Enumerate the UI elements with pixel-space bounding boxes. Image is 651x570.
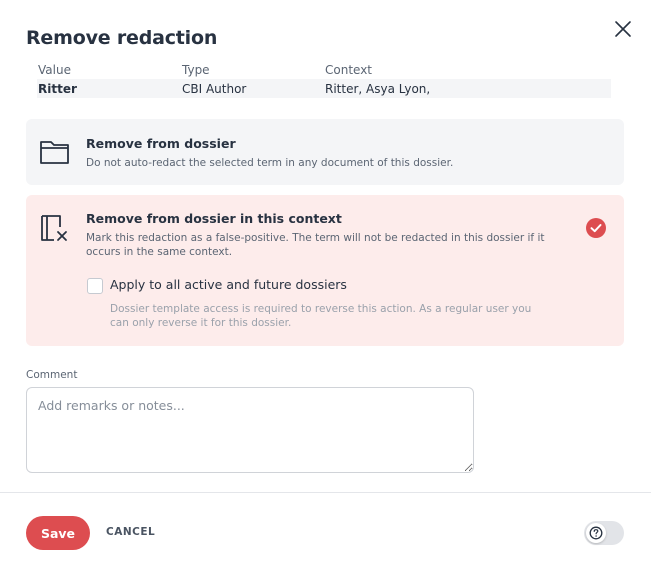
comment-input[interactable] (26, 387, 474, 473)
table-row: Ritter CBI Author Ritter, Asya Lyon, (37, 79, 611, 98)
help-mode-toggle[interactable] (584, 521, 624, 545)
selected-check-badge[interactable] (586, 218, 606, 238)
option-description: Do not auto-redact the selected term in … (86, 157, 454, 169)
help-icon (589, 526, 603, 540)
cell-type: CBI Author (182, 81, 247, 96)
cell-value: Ritter (38, 81, 77, 96)
dialog-title: Remove redaction (26, 27, 218, 49)
option-title: Remove from dossier (86, 136, 236, 151)
close-button[interactable] (612, 18, 634, 40)
option-title: Remove from dossier in this context (86, 211, 342, 226)
footer-divider (0, 492, 651, 493)
option-description: Mark this redaction as a false-positive.… (86, 232, 545, 258)
remove-context-icon (41, 215, 67, 241)
header-value: Value (38, 63, 71, 77)
cell-context: Ritter, Asya Lyon, (325, 81, 431, 96)
comment-label: Comment (26, 369, 78, 381)
save-button[interactable]: Save (26, 516, 90, 550)
apply-all-dossiers-checkbox[interactable] (87, 278, 103, 294)
table-header: Value Type Context (38, 61, 611, 79)
checkmark-icon (590, 224, 602, 233)
close-icon (615, 21, 631, 37)
option-remove-from-dossier[interactable]: Remove from dossier Do not auto-redact t… (26, 119, 624, 185)
apply-all-dossiers-label[interactable]: Apply to all active and future dossiers (110, 277, 347, 292)
header-context: Context (325, 63, 373, 77)
header-type: Type (182, 63, 210, 77)
cancel-button[interactable]: CANCEL (106, 526, 155, 538)
option-remove-in-context[interactable]: Remove from dossier in this context Mark… (26, 195, 624, 346)
folder-icon (40, 141, 69, 164)
toggle-knob (586, 523, 606, 543)
apply-all-dossiers-note: Dossier template access is required to r… (110, 303, 532, 329)
redaction-info-table: Value Type Context Ritter CBI Author Rit… (37, 61, 611, 98)
